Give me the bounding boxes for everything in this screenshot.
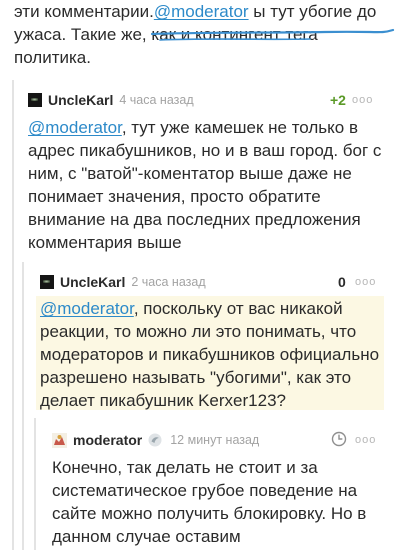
comment-time[interactable]: 2 часа назад <box>131 275 205 289</box>
author-name[interactable]: UncleKarl <box>60 274 125 290</box>
comment-text: Конечно, так делать не стоит и за систем… <box>52 458 367 546</box>
comment-header: UncleKarl 4 часа назад <box>28 92 194 108</box>
comment-time[interactable]: 12 минут назад <box>170 433 259 447</box>
comment-rating: +2 <box>330 92 346 108</box>
moderator-mention-link[interactable]: @moderator <box>40 299 134 318</box>
moderator-mention-link[interactable]: @moderator <box>28 118 122 137</box>
clock-icon[interactable] <box>331 431 347 447</box>
comment-header: UncleKarl 2 часа назад <box>40 274 206 290</box>
author-name[interactable]: moderator <box>73 432 142 448</box>
more-dots-icon[interactable]: ooo <box>355 276 376 288</box>
avatar[interactable] <box>40 275 54 289</box>
comment-body: Конечно, так делать не стоит и за систем… <box>52 456 388 548</box>
more-dots-icon[interactable]: ooo <box>352 94 373 106</box>
previous-text-before: эти комментарии. <box>14 2 154 21</box>
comment-time[interactable]: 4 часа назад <box>119 93 193 107</box>
comment-header: moderator 12 минут назад <box>52 432 259 448</box>
avatar[interactable] <box>52 432 67 448</box>
moderator-mention-link[interactable]: @moderator <box>154 2 249 21</box>
thread-line-level-2 <box>22 262 24 550</box>
more-dots-icon[interactable]: ooo <box>355 434 376 446</box>
hand-drawn-underline <box>150 28 395 41</box>
comment-body: @moderator, тут уже камешек не только в … <box>28 116 390 254</box>
comment-text: , тут уже камешек не только в адрес пика… <box>28 118 382 252</box>
comment-rating: 0 <box>338 274 346 290</box>
moderator-shield-icon <box>148 433 162 447</box>
thread-line-level-3 <box>34 418 36 550</box>
author-name[interactable]: UncleKarl <box>48 92 113 108</box>
avatar[interactable] <box>28 93 42 107</box>
thread-line-level-1 <box>12 80 14 550</box>
comment-body: @moderator, поскольку от вас никакой реа… <box>40 297 384 412</box>
